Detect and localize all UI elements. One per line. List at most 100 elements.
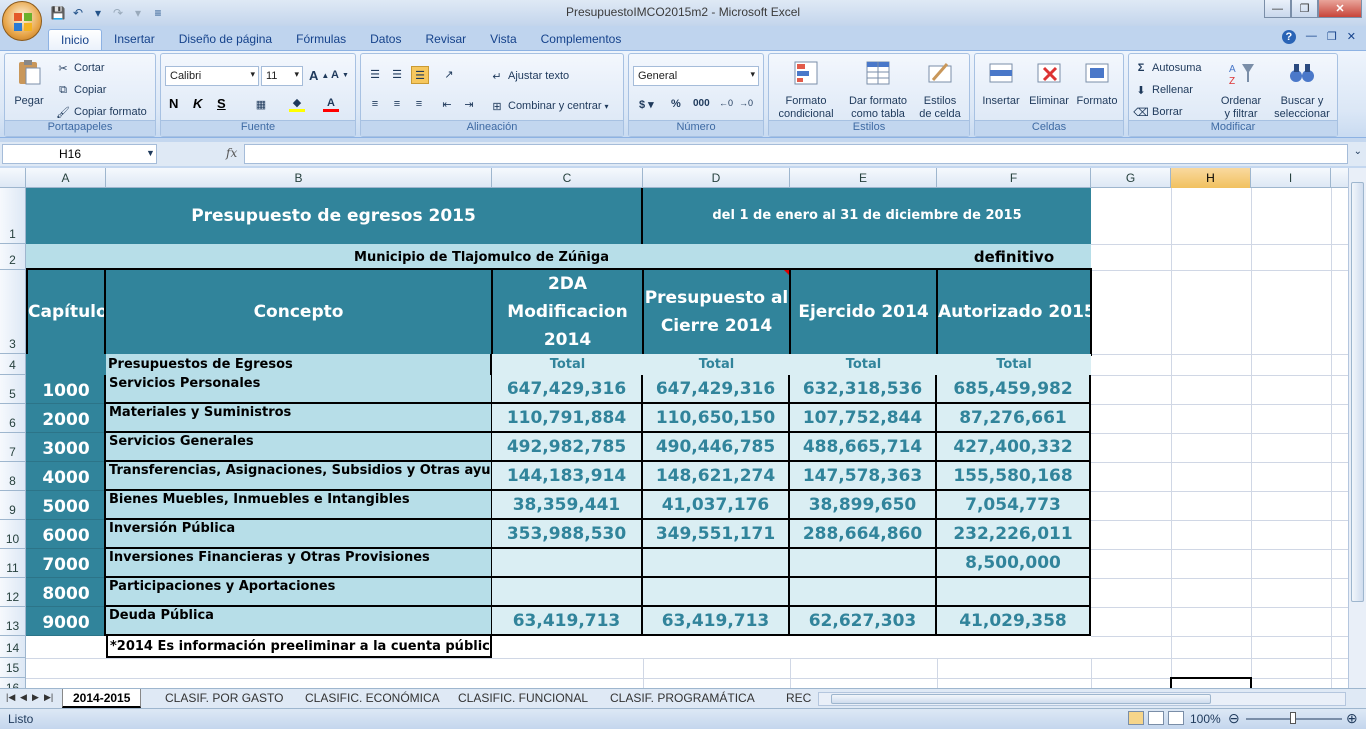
decrease-indent-button[interactable]: ⇤: [439, 96, 455, 112]
bold-button[interactable]: N: [169, 96, 178, 111]
value-cell-e[interactable]: 288,664,860: [790, 520, 937, 549]
value-cell-c[interactable]: 144,183,914: [492, 462, 643, 491]
selected-cell[interactable]: [1170, 677, 1252, 688]
chapter-cell[interactable]: 1000: [26, 375, 106, 404]
delete-cells-button[interactable]: Eliminar: [1025, 58, 1073, 108]
value-cell-e[interactable]: 488,665,714: [790, 433, 937, 462]
value-cell-c[interactable]: 647,429,316: [492, 375, 643, 404]
font-size-dropdown[interactable]: 11 ▾: [261, 66, 303, 86]
row-header[interactable]: 9: [0, 491, 26, 520]
value-cell-c[interactable]: 63,419,713: [492, 607, 643, 636]
value-cell-d[interactable]: [643, 578, 790, 607]
chapter-cell[interactable]: 5000: [26, 491, 106, 520]
row-header[interactable]: 13: [0, 607, 26, 636]
row-header[interactable]: 8: [0, 462, 26, 491]
value-cell-e[interactable]: 107,752,844: [790, 404, 937, 433]
row-header[interactable]: 3: [0, 270, 26, 354]
sort-filter-button[interactable]: AZ Ordenar y filtrar: [1213, 58, 1269, 121]
value-cell-f[interactable]: 41,029,358: [937, 607, 1091, 636]
value-cell-d[interactable]: 110,650,150: [643, 404, 790, 433]
value-cell-f[interactable]: 685,459,982: [937, 375, 1091, 404]
chapter-cell[interactable]: 9000: [26, 607, 106, 636]
row-header[interactable]: 5: [0, 375, 26, 404]
value-cell-d[interactable]: 63,419,713: [643, 607, 790, 636]
worksheet-grid[interactable]: A B C D E F G H I 1 2 3 4 5 6 7 8 9 10 1…: [0, 168, 1348, 688]
row-header[interactable]: 10: [0, 520, 26, 549]
page-layout-icon[interactable]: [1148, 711, 1164, 725]
underline-button[interactable]: S: [217, 96, 226, 111]
header-col-c[interactable]: 2DA Modificacion 2014: [491, 268, 644, 356]
row-header[interactable]: 16: [0, 678, 26, 688]
column-header[interactable]: H: [1171, 168, 1251, 188]
align-right-button[interactable]: ≡: [411, 96, 427, 112]
municipality-label[interactable]: Municipio de Tlajomulco de Zúñiga: [26, 244, 937, 270]
cell-styles-button[interactable]: Estilos de celda: [911, 58, 969, 121]
sheet-period[interactable]: del 1 de enero al 31 de diciembre de 201…: [643, 188, 1091, 244]
value-cell-e[interactable]: 62,627,303: [790, 607, 937, 636]
close-button[interactable]: ✕: [1318, 0, 1362, 18]
subheader-concept[interactable]: Presupuestos de Egresos: [106, 354, 492, 375]
value-cell-d[interactable]: 647,429,316: [643, 375, 790, 404]
sheet-tab-clasif-programatica[interactable]: CLASIF. PROGRAMÁTICA: [600, 689, 765, 708]
horizontal-scroll-thumb[interactable]: [831, 694, 1211, 704]
sheet-tab-rec[interactable]: REC: [776, 689, 816, 708]
wrap-text-button[interactable]: ↵ Ajustar texto: [489, 68, 569, 84]
value-cell-f[interactable]: 155,580,168: [937, 462, 1091, 491]
copy-button[interactable]: ⧉ Copiar: [55, 82, 106, 98]
sheet-tab-2014-2015[interactable]: 2014-2015: [62, 689, 142, 708]
row-header[interactable]: 7: [0, 433, 26, 462]
tab-diseno[interactable]: Diseño de página: [167, 29, 284, 51]
tab-datos[interactable]: Datos: [358, 29, 413, 51]
align-bottom-button[interactable]: ☰: [411, 66, 429, 84]
font-color-button[interactable]: A: [323, 96, 339, 112]
column-header[interactable]: F: [937, 168, 1091, 188]
increase-decimal-button[interactable]: ←0: [719, 98, 733, 108]
thousands-button[interactable]: 000: [693, 98, 710, 109]
tab-complementos[interactable]: Complementos: [529, 29, 634, 51]
fill-color-button[interactable]: ◆: [289, 96, 305, 112]
column-header[interactable]: I: [1251, 168, 1331, 188]
header-concept[interactable]: Concepto: [104, 268, 493, 356]
tab-formulas[interactable]: Fórmulas: [284, 29, 358, 51]
expand-formula-bar-icon[interactable]: ⌄: [1354, 146, 1362, 157]
value-cell-c[interactable]: 38,359,441: [492, 491, 643, 520]
chapter-cell[interactable]: 6000: [26, 520, 106, 549]
value-cell-c[interactable]: [492, 549, 643, 578]
maximize-button[interactable]: ❐: [1291, 0, 1318, 18]
column-header[interactable]: E: [790, 168, 937, 188]
column-header[interactable]: A: [26, 168, 106, 188]
tab-revisar[interactable]: Revisar: [413, 29, 478, 51]
subheader-total[interactable]: Total: [937, 354, 1091, 375]
sheet-tab-clasif-funcional[interactable]: CLASIFIC. FUNCIONAL: [448, 689, 598, 708]
value-cell-d[interactable]: 41,037,176: [643, 491, 790, 520]
minimize-button[interactable]: —: [1264, 0, 1291, 18]
value-cell-f[interactable]: 87,276,661: [937, 404, 1091, 433]
row-header[interactable]: 14: [0, 636, 26, 658]
zoom-in-icon[interactable]: ⊕: [1346, 710, 1358, 727]
value-cell-f[interactable]: [937, 578, 1091, 607]
value-cell-d[interactable]: 349,551,171: [643, 520, 790, 549]
concept-cell[interactable]: Servicios Personales: [104, 375, 493, 404]
subheader-total[interactable]: Total: [643, 354, 790, 375]
value-cell-f[interactable]: 232,226,011: [937, 520, 1091, 549]
header-col-d[interactable]: Presupuesto al Cierre 2014: [642, 268, 791, 356]
last-sheet-icon[interactable]: ▶|: [44, 692, 53, 703]
grow-font-button[interactable]: A ▲: [309, 68, 329, 83]
increase-indent-button[interactable]: ⇥: [461, 96, 477, 112]
normal-view-icon[interactable]: [1128, 711, 1144, 725]
format-as-table-button[interactable]: Dar formato como tabla: [843, 58, 913, 121]
conditional-format-button[interactable]: Formato condicional: [771, 58, 841, 121]
clear-button[interactable]: ⌫ Borrar: [1133, 104, 1182, 120]
chapter-cell[interactable]: 8000: [26, 578, 106, 607]
select-all-corner[interactable]: [0, 168, 26, 188]
restore-workbook-icon[interactable]: ❐: [1327, 30, 1337, 44]
horizontal-scrollbar[interactable]: [818, 692, 1346, 706]
value-cell-c[interactable]: [492, 578, 643, 607]
currency-button[interactable]: $ ▾: [639, 98, 654, 111]
value-cell-e[interactable]: [790, 578, 937, 607]
status-label[interactable]: definitivo: [937, 244, 1091, 270]
sheet-title[interactable]: Presupuesto de egresos 2015: [26, 188, 643, 244]
zoom-level[interactable]: 100%: [1190, 712, 1221, 726]
value-cell-c[interactable]: 110,791,884: [492, 404, 643, 433]
value-cell-c[interactable]: 353,988,530: [492, 520, 643, 549]
